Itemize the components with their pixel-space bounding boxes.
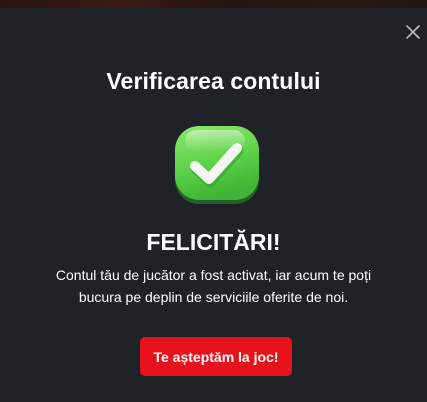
close-button[interactable] — [404, 23, 422, 41]
success-badge — [171, 126, 263, 206]
play-now-button[interactable]: Te așteptăm la joc! — [140, 337, 292, 376]
congratulations-heading: FELICITĂRI! — [146, 229, 281, 255]
close-icon — [406, 25, 420, 39]
account-verification-modal: Verificarea contului FELICITĂRI! Contul … — [0, 8, 427, 402]
page-backdrop — [0, 0, 427, 8]
modal-title: Verificarea contului — [106, 68, 321, 94]
activation-message: Contul tău de jucător a fost activat, ia… — [55, 267, 372, 305]
check-icon — [175, 126, 259, 204]
